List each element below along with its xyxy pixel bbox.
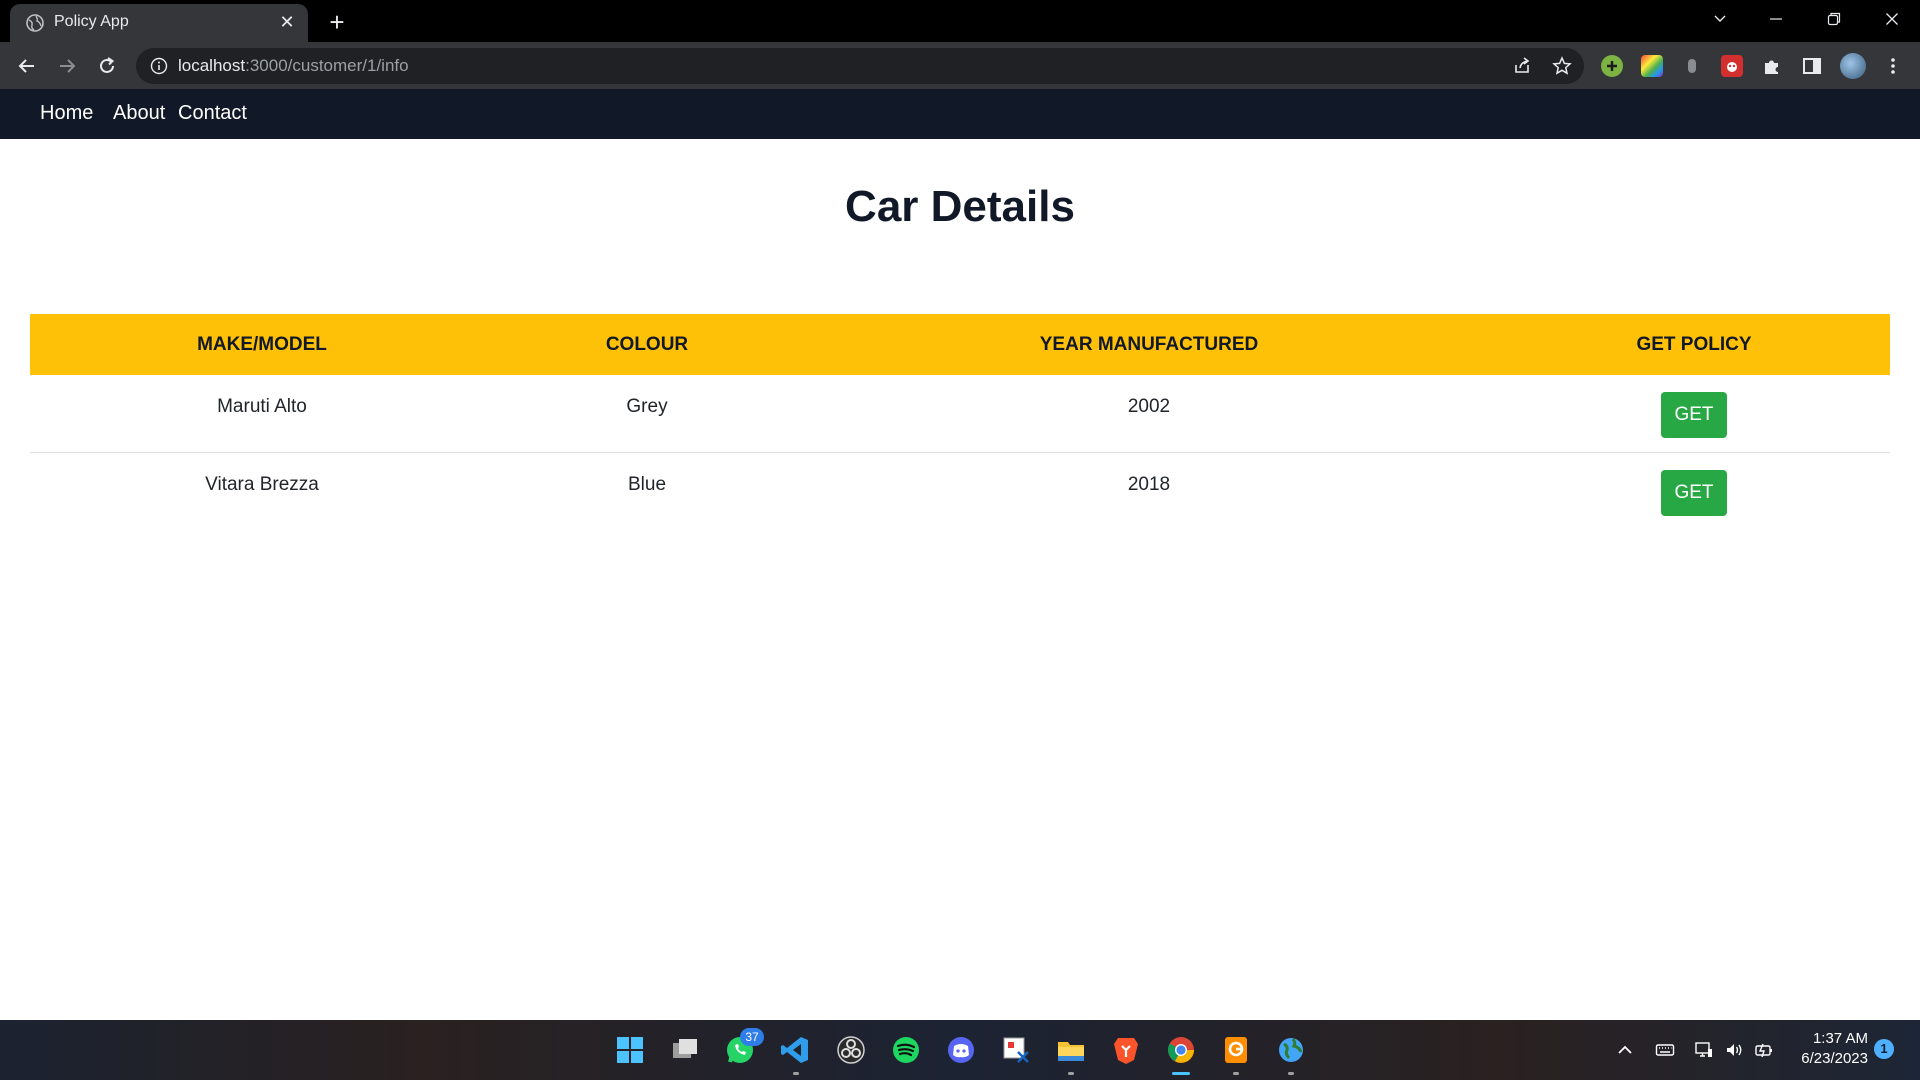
file-explorer-icon[interactable]	[1055, 1034, 1087, 1066]
make-model-cell: Vitara Brezza	[205, 474, 319, 495]
close-window-icon[interactable]	[1864, 0, 1920, 38]
column-header-get-policy: GET POLICY	[1636, 334, 1752, 355]
pdf-running-indicator	[1233, 1072, 1239, 1075]
keyboard-icon[interactable]	[1655, 1040, 1675, 1060]
extension-plus-icon[interactable]	[1601, 55, 1623, 77]
browser-tab-bar: Policy App ✕ +	[0, 0, 1920, 42]
profile-avatar[interactable]	[1840, 53, 1866, 79]
colour-cell: Grey	[626, 396, 668, 417]
color-picker-extension-icon[interactable]	[1641, 55, 1663, 77]
get-policy-button[interactable]: GET	[1661, 470, 1727, 516]
pdf-editor-icon[interactable]	[1220, 1034, 1252, 1066]
snipping-tool-icon[interactable]	[1000, 1034, 1032, 1066]
minimize-icon[interactable]	[1748, 0, 1804, 38]
column-header-colour: COLOUR	[605, 334, 689, 355]
app-navbar: Home About Contact	[0, 89, 1920, 139]
clock-time[interactable]: 1:37 AM	[1808, 1030, 1868, 1047]
globe-icon	[26, 14, 44, 32]
vscode-icon[interactable]	[779, 1034, 811, 1066]
notification-count-badge[interactable]: 1	[1874, 1039, 1894, 1059]
browser-tab[interactable]: Policy App ✕	[10, 4, 308, 42]
network-icon[interactable]	[1694, 1040, 1714, 1060]
spotify-icon[interactable]	[890, 1034, 922, 1066]
table-row: Vitara Brezza Blue 2018 GET	[30, 453, 1890, 531]
nav-link-contact[interactable]: Contact	[178, 102, 247, 125]
brave-icon[interactable]	[1110, 1034, 1142, 1066]
share-icon[interactable]	[1512, 56, 1532, 76]
nav-link-home[interactable]: Home	[40, 102, 93, 125]
car-details-table: MAKE/MODEL COLOUR YEAR MANUFACTURED GET …	[30, 314, 1890, 531]
url-path: :3000/customer/1/info	[245, 56, 409, 75]
year-cell: 2002	[1127, 396, 1171, 417]
bug-extension-icon[interactable]	[1721, 55, 1743, 77]
battery-icon[interactable]	[1754, 1040, 1774, 1060]
site-info-icon[interactable]	[150, 57, 168, 75]
nav-link-about[interactable]: About	[113, 102, 165, 125]
make-model-cell: Maruti Alto	[217, 396, 307, 417]
chrome-icon[interactable]	[1165, 1034, 1197, 1066]
get-policy-button[interactable]: GET	[1661, 392, 1727, 438]
url-host: localhost	[178, 56, 246, 75]
mouse-extension-icon[interactable]	[1681, 55, 1703, 77]
tab-title: Policy App	[54, 13, 129, 30]
tab-search-chevron-icon[interactable]	[1692, 0, 1748, 38]
windows-start-icon[interactable]	[614, 1034, 646, 1066]
url-text[interactable]: localhost:3000/customer/1/info	[178, 56, 409, 76]
page-title: Car Details	[845, 182, 1075, 231]
volume-icon[interactable]	[1724, 1040, 1744, 1060]
clock-date[interactable]: 6/23/2023	[1788, 1050, 1868, 1067]
year-cell: 2018	[1127, 474, 1171, 495]
restore-icon[interactable]	[1806, 0, 1862, 38]
chrome-active-indicator	[1172, 1072, 1190, 1075]
tray-chevron-up-icon[interactable]	[1615, 1040, 1635, 1060]
address-bar[interactable]: localhost:3000/customer/1/info	[136, 48, 1584, 84]
tab-close-icon[interactable]: ✕	[276, 11, 298, 33]
obs-icon[interactable]	[835, 1034, 867, 1066]
vscode-running-indicator	[793, 1072, 799, 1075]
side-panel-icon[interactable]	[1801, 55, 1823, 77]
table-row: Maruti Alto Grey 2002 GET	[30, 375, 1890, 453]
extensions-puzzle-icon[interactable]	[1761, 55, 1783, 77]
forward-arrow-icon[interactable]	[52, 51, 82, 81]
discord-icon[interactable]	[945, 1034, 977, 1066]
back-arrow-icon[interactable]	[12, 51, 42, 81]
reload-icon[interactable]	[92, 51, 122, 81]
column-header-year: YEAR MANUFACTURED	[1039, 334, 1259, 355]
task-view-icon[interactable]	[669, 1034, 701, 1066]
menu-kebab-icon[interactable]	[1882, 55, 1904, 77]
table-header: MAKE/MODEL COLOUR YEAR MANUFACTURED GET …	[30, 314, 1890, 375]
get-policy-cell: GET	[1498, 453, 1890, 531]
globe-running-indicator	[1288, 1072, 1294, 1075]
new-tab-button[interactable]: +	[322, 8, 352, 38]
whatsapp-unread-badge: 37	[740, 1028, 764, 1046]
browser-toolbar: localhost:3000/customer/1/info	[0, 42, 1920, 89]
column-header-make-model: MAKE/MODEL	[197, 334, 327, 355]
get-policy-cell: GET	[1498, 375, 1890, 452]
globe-app-icon[interactable]	[1275, 1034, 1307, 1066]
explorer-running-indicator	[1068, 1072, 1074, 1075]
bookmark-star-icon[interactable]	[1552, 56, 1572, 76]
colour-cell: Blue	[627, 474, 667, 495]
